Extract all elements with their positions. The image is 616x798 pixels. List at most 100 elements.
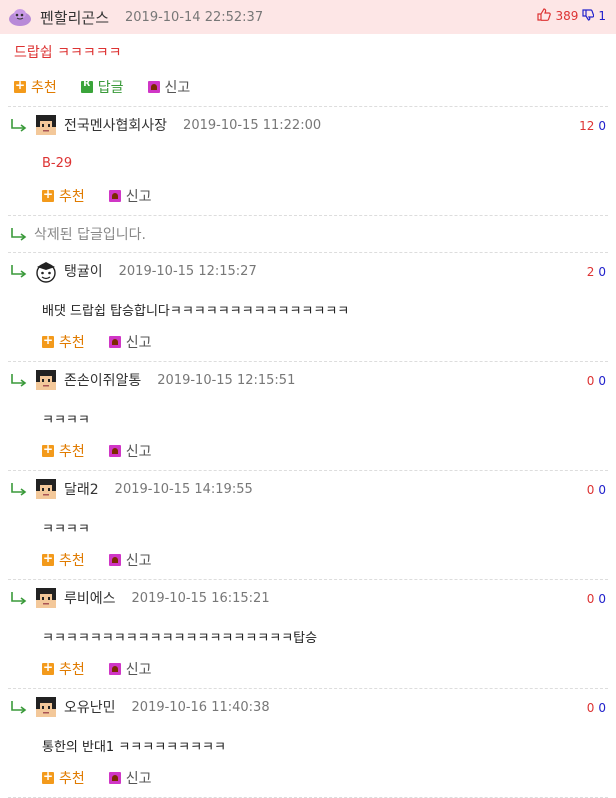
comment-author[interactable]: 오유난민 (64, 697, 116, 717)
comment-item: 전국멘사협회사장 2019-10-15 11:22:00 120 B-29 추천 신고 (0, 107, 616, 215)
post-author[interactable]: 펜할리곤스 (40, 7, 109, 28)
recommend-button[interactable]: 추천 (42, 441, 85, 461)
siren-icon (147, 81, 160, 93)
comment-item: 탱귤이 2019-10-15 12:15:27 2 0 배댓 드랍쉽 탑승합니다ㅋㅋㅋㅋ… (0, 253, 616, 361)
plus-icon (42, 442, 54, 457)
comment-down-count: 0 (598, 119, 606, 133)
plus-icon (14, 78, 26, 93)
reply-icon (80, 79, 93, 93)
comment-date: 2019-10-15 16:15:21 (131, 590, 270, 606)
comment-actions: 추천 신고 (8, 438, 608, 464)
plus-icon (42, 187, 54, 202)
author-avatar-icon (8, 7, 32, 27)
report-button[interactable]: 신고 (108, 659, 152, 679)
recommend-label: 추천 (59, 335, 85, 351)
comment-actions: 추천 신고 (8, 547, 608, 573)
post-actions: 추천 답글 신고 (0, 74, 616, 100)
comment-date: 2019-10-15 12:15:51 (157, 372, 296, 388)
recommend-label: 추천 (59, 771, 85, 787)
siren-icon (108, 663, 121, 675)
comment-item: 오유난민 2019-10-16 11:40:38 0 0 통한의 반대1 ㅋㅋㅋㅋㅋㅋㅋ… (0, 689, 616, 797)
siren-icon (108, 336, 121, 348)
comment-up-count: 0 (586, 592, 595, 606)
deleted-comment-text: 삭제된 답글입니다. (34, 227, 146, 243)
siren-icon (108, 445, 121, 457)
report-button[interactable]: 신고 (108, 186, 152, 206)
thumbs-up-icon[interactable] (537, 8, 552, 24)
comment-author[interactable]: 존손이쥐알통 (64, 370, 141, 390)
comment-body: B-29 (42, 155, 73, 171)
comment-author[interactable]: 달래2 (64, 479, 99, 499)
recommend-button[interactable]: 추천 (42, 768, 85, 788)
post-date: 2019-10-14 22:52:37 (125, 9, 264, 25)
avatar-icon (34, 586, 58, 610)
reply-arrow-icon (10, 264, 30, 278)
report-button[interactable]: 신고 (108, 768, 152, 788)
comment-item: 삭제된 답글입니다. (0, 216, 616, 252)
report-label: 신고 (125, 553, 152, 569)
post-header: 펜할리곤스 2019-10-14 22:52:37 389 1 (0, 0, 616, 34)
recommend-label: 추천 (59, 189, 85, 205)
reply-arrow-icon (10, 591, 30, 605)
comment-item: 존손이쥐알통 2019-10-15 12:15:51 00 ㅋㅋㅋㅋ 추천 신고 (0, 362, 616, 470)
comment-body: ㅋㅋㅋㅋㅋㅋㅋㅋㅋㅋㅋㅋㅋㅋㅋㅋㅋㅋㅋㅋㅋ탑승 (42, 630, 318, 646)
plus-icon (42, 660, 54, 675)
comment-header: 달래2 2019-10-15 14:19:55 (8, 471, 608, 507)
comment-body: ㅋㅋㅋㅋ (42, 412, 90, 428)
comment-author[interactable]: 루비에스 (64, 588, 116, 608)
comment-author[interactable]: 전국멘사협회사장 (64, 115, 167, 135)
comment-up-count: 0 (586, 374, 595, 388)
reply-arrow-icon (10, 373, 30, 387)
recommend-button[interactable]: 추천 (42, 332, 85, 352)
siren-icon (108, 772, 121, 784)
report-button[interactable]: 신고 (147, 77, 190, 97)
comment-actions: 추천 신고 (8, 183, 608, 209)
comment-date: 2019-10-16 11:40:38 (131, 699, 270, 715)
comment-up-count: 12 (579, 119, 595, 133)
avatar-icon (34, 695, 58, 719)
report-button[interactable]: 신고 (108, 332, 152, 352)
comment-votes: 00 (587, 701, 606, 715)
comment-list: 전국멘사협회사장2019-10-15 11:22:00120B-29추천신고삭제… (0, 107, 616, 798)
post-up-count: 389 (555, 9, 579, 23)
comment-body: ㅋㅋㅋㅋ (42, 521, 90, 537)
reply-button[interactable]: 답글 (80, 77, 124, 97)
report-label: 신고 (125, 662, 152, 678)
recommend-button[interactable]: 추천 (14, 77, 57, 97)
recommend-label: 추천 (59, 662, 85, 678)
comment-down-count: 0 (598, 701, 606, 715)
comment-body: 배댓 드랍쉽 탑승합니다ㅋㅋㅋㅋㅋㅋㅋㅋㅋㅋㅋㅋㅋㅋㅋ (42, 303, 350, 319)
avatar-icon (34, 113, 58, 137)
recommend-label: 추천 (59, 553, 85, 569)
comment-up-count: 0 (586, 701, 595, 715)
comment-actions: 추천 신고 (8, 656, 608, 682)
comment-author[interactable]: 탱귤이 (64, 261, 103, 281)
thumbs-down-icon[interactable] (582, 8, 595, 24)
comment-down-count: 0 (598, 265, 606, 279)
reply-arrow-icon (10, 118, 30, 132)
report-button[interactable]: 신고 (108, 441, 152, 461)
recommend-button[interactable]: 추천 (42, 659, 85, 679)
plus-icon (42, 769, 54, 784)
comment-item: 달래2 2019-10-15 14:19:55 00 ㅋㅋㅋㅋ 추천 신고 (0, 471, 616, 579)
recommend-button[interactable]: 추천 (42, 186, 85, 206)
plus-icon (42, 333, 54, 348)
avatar-icon (34, 259, 58, 283)
report-button[interactable]: 신고 (108, 550, 152, 570)
plus-icon (42, 551, 54, 566)
comment-up-count: 0 (586, 483, 595, 497)
comment-votes: 00 (587, 592, 606, 606)
report-label: 신고 (125, 444, 152, 460)
comment-header: 존손이쥐알통 2019-10-15 12:15:51 (8, 362, 608, 398)
siren-icon (108, 190, 121, 202)
reply-arrow-icon (10, 227, 30, 241)
post-title: 드랍쉽 ㅋㅋㅋㅋㅋ (14, 45, 122, 61)
post-down-count: 1 (598, 9, 606, 23)
report-label: 신고 (125, 189, 152, 205)
reply-arrow-icon (10, 482, 30, 496)
comment-header: 탱귤이 2019-10-15 12:15:27 (8, 253, 608, 289)
deleted-comment: 삭제된 답글입니다. (8, 216, 608, 252)
recommend-button[interactable]: 추천 (42, 550, 85, 570)
siren-icon (108, 554, 121, 566)
comment-header: 전국멘사협회사장 2019-10-15 11:22:00 (8, 107, 608, 143)
